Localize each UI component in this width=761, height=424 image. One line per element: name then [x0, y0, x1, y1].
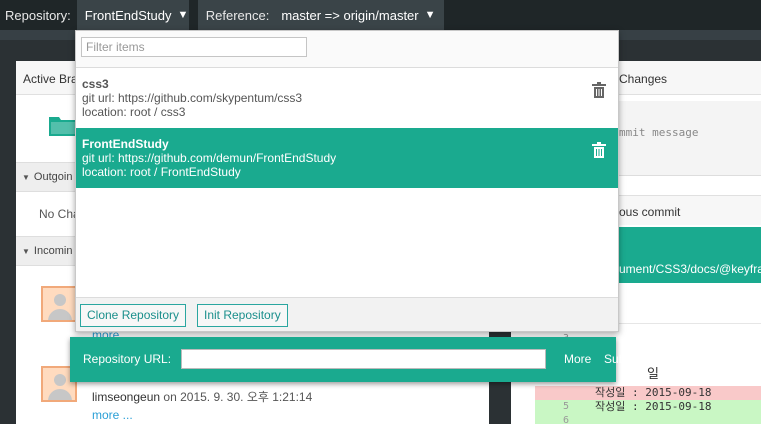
- submit-button[interactable]: Submit: [604, 352, 641, 366]
- repository-dropdown[interactable]: FrontEndStudy ▼: [76, 0, 189, 30]
- clone-repository-button[interactable]: Clone Repository: [80, 304, 187, 327]
- commit-author: limseongeun: [92, 390, 161, 404]
- trash-icon[interactable]: [592, 142, 606, 158]
- repository-label: Repository:: [5, 7, 71, 23]
- triangle-down-icon: ▼: [22, 247, 30, 256]
- reference-dropdown[interactable]: master => origin/master ▼: [275, 0, 444, 30]
- no-changes-text: No Cha: [39, 207, 80, 221]
- repo-location: location: root / FrontEndStudy: [82, 165, 241, 179]
- repo-location: location: root / css3: [82, 105, 186, 119]
- line-number: 6: [562, 415, 569, 424]
- triangle-down-icon: ▼: [22, 173, 30, 182]
- folder-icon[interactable]: [48, 113, 78, 137]
- top-toolbar: Repository: FrontEndStudy ▼ Reference: m…: [0, 0, 761, 30]
- line-number: 5: [562, 401, 569, 412]
- commit-date: 2015. 9. 30. 오후 1:21:14: [180, 390, 313, 404]
- more-button[interactable]: More: [564, 352, 591, 366]
- repository-url-input[interactable]: [181, 349, 546, 369]
- dropdown-footer: Clone Repository Init Repository: [76, 297, 618, 331]
- diff-line-removed: 작성일 : 2015-09-18: [535, 386, 761, 400]
- line-text: 작성일 : 2015-09-18: [595, 400, 712, 413]
- outgoing-label: Outgoin: [33, 171, 73, 183]
- repository-value: FrontEndStudy: [84, 7, 172, 23]
- repo-name: css3: [82, 77, 109, 91]
- reference-value: master => origin/master: [281, 7, 419, 23]
- incoming-label: Incomin: [33, 245, 73, 257]
- caret-down-icon: ▼: [177, 9, 189, 21]
- commit-on: on: [163, 390, 177, 404]
- reference-group: Reference: master => origin/master ▼: [197, 0, 444, 30]
- trash-icon[interactable]: [592, 82, 606, 98]
- commit-message-placeholder: mmit message: [619, 126, 699, 139]
- repo-name: FrontEndStudy: [82, 137, 169, 151]
- line-text: 작성일 : 2015-09-18: [595, 386, 712, 399]
- reference-label: Reference:: [205, 7, 270, 23]
- close-icon[interactable]: ✕: [648, 350, 661, 370]
- repo-git-url: git url: https://github.com/skypentum/cs…: [82, 91, 303, 105]
- filter-bar: [76, 31, 618, 68]
- diff-line-added: 5 작성일 : 2015-09-18: [535, 400, 761, 414]
- commit-meta: limseongeun on 2015. 9. 30. 오후 1:21:14: [92, 388, 312, 405]
- caret-down-icon: ▼: [424, 9, 436, 21]
- avatar: [41, 286, 77, 322]
- repository-url-bar: Repository URL: More Submit ✕: [70, 337, 661, 382]
- repository-url-label: Repository URL:: [83, 352, 172, 366]
- more-link[interactable]: more ...: [92, 408, 133, 422]
- repo-item-css3[interactable]: css3 git url: https://github.com/skypent…: [76, 68, 618, 128]
- repo-git-url: git url: https://github.com/demun/FrontE…: [82, 151, 337, 165]
- init-repository-button[interactable]: Init Repository: [197, 304, 288, 327]
- repository-dropdown-menu: css3 git url: https://github.com/skypent…: [75, 30, 619, 332]
- repo-item-frontendstudy[interactable]: FrontEndStudy git url: https://github.co…: [76, 128, 618, 188]
- filter-input[interactable]: [81, 37, 307, 57]
- diff-line: 6: [535, 414, 761, 424]
